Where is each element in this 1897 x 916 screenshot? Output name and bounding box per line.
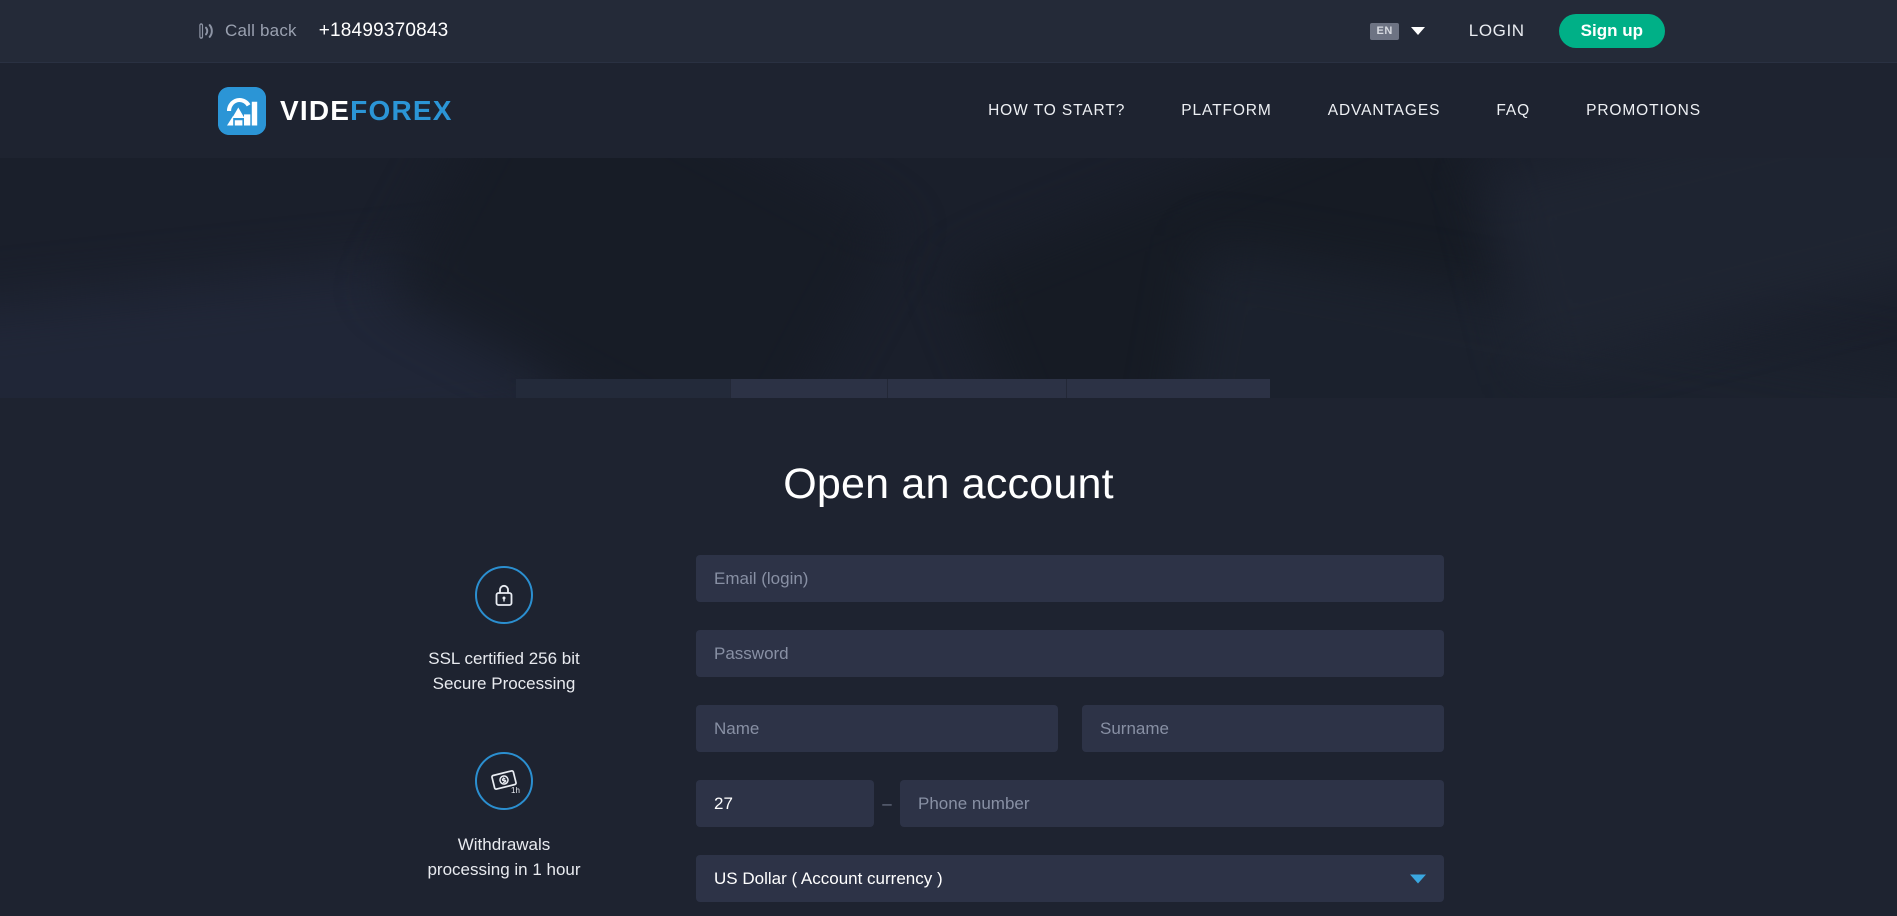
phone-number[interactable]: +18499370843	[319, 20, 449, 42]
nav-item-faq[interactable]: FAQ	[1468, 102, 1558, 120]
benefit-text: Withdrawals processing in 1 hour	[427, 832, 580, 882]
registration-form: –	[696, 555, 1444, 902]
benefit-line-1: Withdrawals	[427, 832, 580, 857]
login-link[interactable]: LOGIN	[1469, 21, 1525, 41]
lock-icon	[475, 566, 533, 624]
banknote-1h-icon: 1h	[475, 752, 533, 810]
callback-group: Call back +18499370843	[196, 20, 448, 42]
tab-label: Withdrawal methods	[1099, 396, 1238, 398]
name-row	[696, 705, 1444, 752]
logo-text: VIDEFOREX	[280, 95, 453, 127]
surname-input[interactable]	[1082, 705, 1444, 752]
benefit-line-1: SSL certified 256 bit	[428, 646, 580, 671]
tab-funding-methods[interactable]: Funding methods	[888, 379, 1067, 398]
benefit-withdrawals: 1h Withdrawals processing in 1 hour	[427, 752, 580, 882]
language-selector[interactable]: EN	[1370, 23, 1424, 40]
site-header: VIDEFOREX HOW TO START? PLATFORM ADVANTA…	[0, 63, 1897, 158]
nav-item-how-to-start[interactable]: HOW TO START?	[960, 102, 1153, 120]
currency-select-value[interactable]	[696, 855, 1444, 902]
benefit-ssl: SSL certified 256 bit Secure Processing	[428, 566, 580, 696]
section-tabs: Open an account Account types Funding me…	[516, 379, 1270, 398]
tab-withdrawal-methods[interactable]: Withdrawal methods	[1067, 379, 1270, 398]
logo-text-primary: VIDE	[280, 95, 350, 126]
nav-item-platform[interactable]: PLATFORM	[1153, 102, 1299, 120]
email-input[interactable]	[696, 555, 1444, 602]
country-code-input[interactable]	[696, 780, 874, 827]
top-bar-right: EN LOGIN Sign up	[1370, 14, 1665, 48]
nav-item-advantages[interactable]: ADVANTAGES	[1300, 102, 1469, 120]
page-title: Open an account	[0, 398, 1897, 509]
phone-waves-icon	[196, 21, 216, 41]
phone-separator: –	[874, 794, 900, 814]
chevron-down-icon	[1411, 27, 1425, 35]
nav-item-promotions[interactable]: PROMOTIONS	[1558, 102, 1701, 120]
tab-label: Account types	[763, 396, 855, 398]
phone-row: –	[696, 780, 1444, 827]
logo-text-secondary: FOREX	[350, 95, 452, 126]
tab-label: Funding methods	[920, 396, 1034, 398]
phone-number-input[interactable]	[900, 780, 1444, 827]
benefit-line-2: Secure Processing	[428, 671, 580, 696]
language-badge: EN	[1370, 23, 1398, 40]
tab-account-types[interactable]: Account types	[731, 379, 888, 398]
main-navigation: HOW TO START? PLATFORM ADVANTAGES FAQ PR…	[960, 102, 1701, 120]
tab-open-an-account[interactable]: Open an account	[516, 379, 731, 398]
logo-mark-icon	[218, 87, 266, 135]
svg-text:1h: 1h	[511, 786, 520, 795]
logo[interactable]: VIDEFOREX	[218, 87, 453, 135]
password-input[interactable]	[696, 630, 1444, 677]
signup-button[interactable]: Sign up	[1559, 14, 1665, 48]
callback-label[interactable]: Call back	[225, 21, 297, 41]
benefit-text: SSL certified 256 bit Secure Processing	[428, 646, 580, 696]
content-row: SSL certified 256 bit Secure Processing …	[0, 555, 1897, 902]
main-content: Open an account SSL certified 256 bit Se…	[0, 398, 1897, 916]
name-input[interactable]	[696, 705, 1058, 752]
top-bar: Call back +18499370843 EN LOGIN Sign up	[0, 0, 1897, 63]
hero-banner: Open an account Account types Funding me…	[0, 158, 1897, 398]
benefit-line-2: processing in 1 hour	[427, 857, 580, 882]
benefits-column: SSL certified 256 bit Secure Processing …	[404, 555, 604, 902]
currency-select[interactable]	[696, 855, 1444, 902]
